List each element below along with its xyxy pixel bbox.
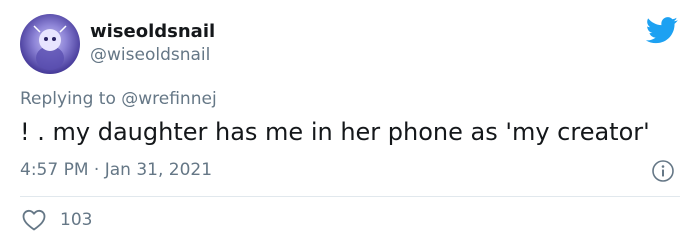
heart-icon[interactable] (22, 209, 46, 231)
divider (20, 196, 680, 197)
avatar[interactable] (20, 14, 80, 74)
avatar-image (33, 25, 67, 70)
tweet-timestamp[interactable]: 4:57 PM · Jan 31, 2021 (20, 160, 212, 180)
tweet-time: 4:57 PM (20, 160, 89, 180)
meta-separator: · (88, 160, 105, 180)
tweet-text: ! . my daughter has me in her phone as '… (20, 118, 650, 146)
replying-to-line: Replying to @wrefinnej (20, 89, 217, 109)
tweet-date: Jan 31, 2021 (104, 160, 213, 180)
twitter-bird-icon[interactable] (646, 17, 678, 44)
info-icon[interactable] (651, 159, 675, 183)
author-display-name[interactable]: wiseoldsnail (90, 21, 215, 42)
replying-to-label: Replying to (20, 89, 122, 109)
reply-mention-link[interactable]: @wrefinnej (121, 89, 216, 109)
like-count: 103 (60, 210, 93, 230)
author-handle[interactable]: @wiseoldsnail (90, 45, 210, 65)
